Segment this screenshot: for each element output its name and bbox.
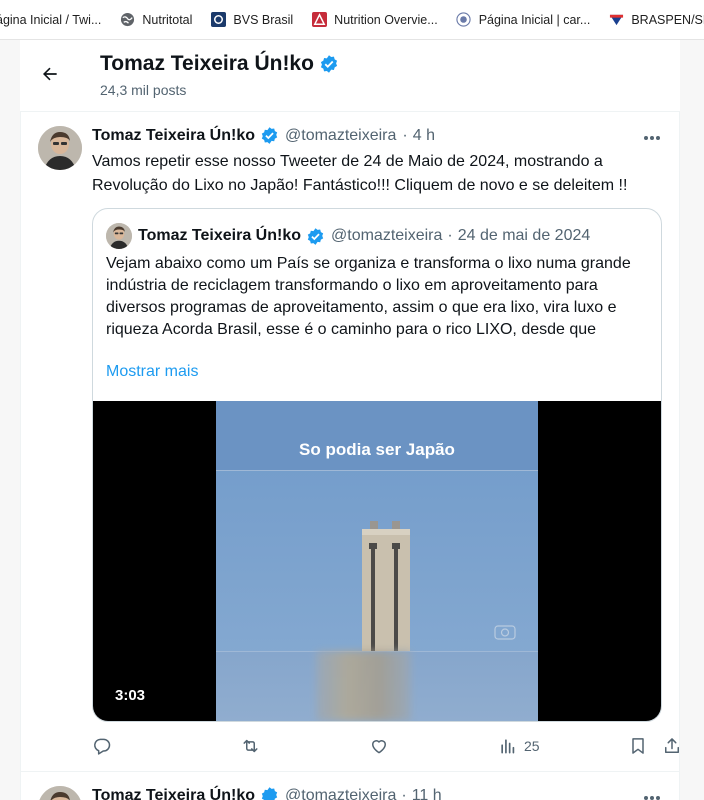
views-count: 25 — [524, 738, 540, 754]
bookmark-label: Página Inicial | car... — [478, 12, 591, 27]
back-button[interactable] — [36, 60, 64, 88]
video-frame: So podia ser Japão — [216, 401, 538, 721]
profile-header: Tomaz Teixeira Ún!ko 24,3 mil posts — [20, 40, 680, 112]
next-tweet[interactable]: Tomaz Teixeira Ún!ko @tomazteixeira · 11… — [20, 772, 680, 800]
verified-badge-icon — [319, 54, 339, 74]
watermark-icon — [494, 625, 516, 640]
bookmark-bvs[interactable]: BVS Brasil — [210, 12, 293, 28]
quoted-tweet[interactable]: Tomaz Teixeira Ún!ko @tomazteixeira · 24… — [92, 208, 662, 722]
quote-author-name: Tomaz Teixeira Ún!ko — [138, 227, 301, 244]
bookmark-label: BVS Brasil — [233, 12, 294, 27]
video-caption-band — [216, 401, 538, 471]
bookmark-label: BRASPEN/SE — [631, 12, 704, 27]
profile-name: Tomaz Teixeira Ún!ko — [100, 52, 339, 76]
globe-icon — [119, 12, 135, 28]
bookmarks-bar: ágina Inicial / Twi... Nutritotal BVS Br… — [0, 0, 704, 40]
verified-badge-icon — [260, 786, 279, 800]
heart-icon — [372, 740, 386, 754]
bookmark-label: Nutrition Overvie... — [334, 12, 438, 27]
bookmark-label: ágina Inicial / Twi... — [0, 12, 102, 27]
bookmark-braspen[interactable]: BRASPEN/SE — [608, 12, 704, 28]
video-caption: So podia ser Japão — [299, 440, 455, 459]
video-duration: 3:03 — [115, 687, 146, 704]
bookmark-label: Nutritotal — [142, 12, 193, 27]
reply-button[interactable] — [92, 734, 112, 758]
quote-author-handle: @tomazteixeira — [331, 227, 443, 244]
share-button[interactable] — [662, 734, 682, 758]
more-dots-icon — [644, 796, 660, 800]
bookmark-pagina-inicial[interactable]: Página Inicial | car... — [456, 12, 591, 28]
verified-badge-icon — [260, 126, 279, 145]
show-more-link[interactable]: Mostrar mais — [106, 363, 198, 381]
video-player[interactable]: So podia ser Japão 3:03 — [93, 401, 661, 721]
bvs-icon — [210, 12, 226, 28]
bookmark-icon — [632, 738, 644, 754]
repost-button[interactable] — [240, 734, 261, 758]
bookmark-nutrition[interactable]: Nutrition Overvie... — [311, 12, 438, 28]
author-name[interactable]: Tomaz Teixeira Ún!ko — [92, 127, 255, 145]
share-icon — [665, 738, 679, 753]
separator-dot: · — [401, 786, 407, 800]
separator-dot: · — [402, 126, 408, 144]
tower-image — [362, 521, 410, 659]
more-options-button[interactable] — [640, 790, 664, 800]
profile-name-text: Tomaz Teixeira Ún!ko — [100, 52, 314, 75]
reply-icon — [94, 738, 111, 755]
repost-icon — [243, 739, 258, 753]
post-count: 24,3 mil posts — [100, 82, 187, 98]
bookmark-nutritotal[interactable]: Nutritotal — [119, 12, 192, 28]
tweet-header: Tomaz Teixeira Ún!ko @tomazteixeira · 4 … — [92, 126, 435, 145]
views-button[interactable]: 25 — [498, 734, 540, 758]
author-handle[interactable]: @tomazteixeira — [285, 127, 396, 145]
quote-header: Tomaz Teixeira Ún!ko @tomazteixeira · 24… — [106, 223, 590, 249]
more-dots-icon — [644, 136, 660, 140]
action-bar: 25 — [92, 734, 679, 758]
seal-icon — [456, 12, 472, 28]
bookmark-button[interactable] — [628, 734, 648, 758]
tweet-timestamp[interactable]: 4 h — [413, 127, 435, 145]
blurred-region — [316, 651, 411, 721]
separator-dot: · — [447, 227, 453, 244]
like-button[interactable] — [369, 734, 389, 758]
nutrition-icon — [311, 12, 327, 28]
author-handle[interactable]: @tomazteixeira — [285, 787, 396, 800]
views-chart-icon — [501, 739, 515, 754]
tweet-text: Vamos repetir esse nosso Tweeter de 24 d… — [92, 153, 628, 194]
author-name[interactable]: Tomaz Teixeira Ún!ko — [92, 787, 255, 800]
braspen-icon — [608, 12, 624, 28]
verified-badge-icon — [306, 227, 325, 246]
bookmark-twitter[interactable]: ágina Inicial / Twi... — [0, 13, 101, 27]
more-options-button[interactable] — [640, 130, 664, 146]
tweet-header: Tomaz Teixeira Ún!ko @tomazteixeira · 11… — [92, 786, 442, 800]
tweet-timestamp[interactable]: 11 h — [412, 787, 442, 800]
quote-avatar — [106, 223, 132, 249]
avatar[interactable] — [38, 126, 82, 170]
quote-date: 24 de mai de 2024 — [457, 227, 591, 244]
tweet[interactable]: Tomaz Teixeira Ún!ko @tomazteixeira · 4 … — [20, 112, 680, 772]
quote-text: Vejam abaixo como um País se organiza e … — [106, 255, 631, 338]
arrow-left-icon — [43, 67, 57, 81]
avatar[interactable] — [38, 786, 82, 800]
